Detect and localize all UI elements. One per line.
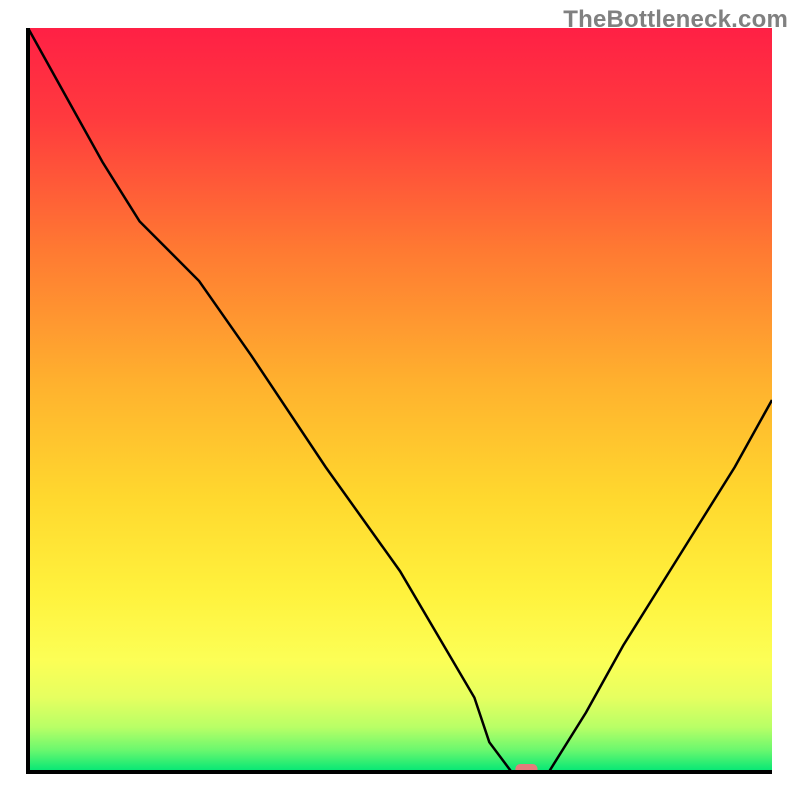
chart-svg [0, 0, 800, 800]
chart-container: TheBottleneck.com [0, 0, 800, 800]
plot-background [28, 28, 772, 772]
watermark-text: TheBottleneck.com [563, 6, 788, 34]
